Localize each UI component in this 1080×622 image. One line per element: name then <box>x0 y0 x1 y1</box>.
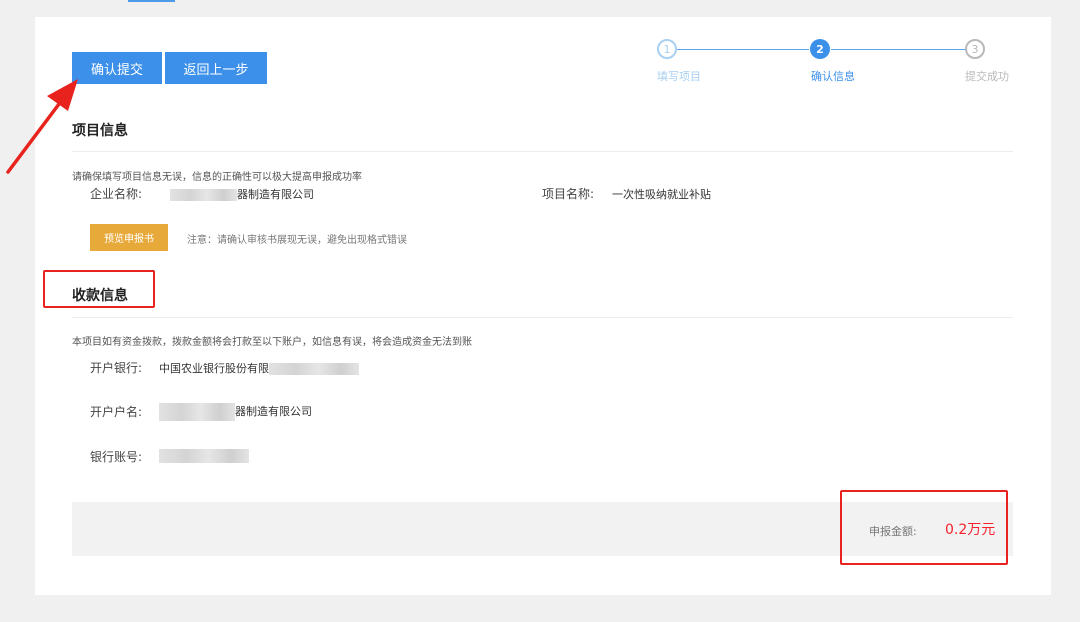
account-name-value: 器制造有限公司 <box>159 403 312 421</box>
step-2-label: 确认信息 <box>811 70 855 83</box>
annotation-box-amount <box>840 490 1008 565</box>
step-3-label: 提交成功 <box>965 70 1009 83</box>
account-number-value <box>159 449 249 463</box>
back-button[interactable]: 返回上一步 <box>165 52 267 84</box>
bank-name: 中国农业银行股份有限 <box>159 362 269 375</box>
preview-application-button[interactable]: 预览申报书 <box>90 224 168 251</box>
step-1-circle: 1 <box>657 39 677 59</box>
payment-info-hint: 本项目如有资金拨款，拨款金额将会打款至以下账户，如信息有误，将会造成资金无法到账 <box>72 337 472 348</box>
project-name-label: 项目名称: <box>542 187 595 201</box>
project-info-hint: 请确保填写项目信息无误，信息的正确性可以极大提高申报成功率 <box>72 172 362 183</box>
account-name-suffix: 器制造有限公司 <box>235 405 312 418</box>
step-2-circle: 2 <box>810 39 830 59</box>
company-name-value: 器制造有限公司 <box>170 186 314 202</box>
company-name-label: 企业名称: <box>90 187 143 201</box>
step-connector <box>831 49 965 50</box>
account-name-label: 开户户名: <box>90 405 143 419</box>
annotation-box-payment-title <box>43 270 155 308</box>
bank-label: 开户银行: <box>90 361 143 375</box>
redacted-mask <box>269 363 359 375</box>
project-name-value: 一次性吸纳就业补贴 <box>612 188 711 201</box>
step-connector <box>677 49 809 50</box>
confirm-submit-button[interactable]: 确认提交 <box>72 52 162 84</box>
redacted-mask <box>159 449 249 463</box>
step-3-circle: 3 <box>965 39 985 59</box>
active-tab-indicator <box>128 0 175 2</box>
divider <box>72 317 1013 318</box>
divider <box>72 151 1013 152</box>
project-info-title: 项目信息 <box>72 123 128 139</box>
account-number-label: 银行账号: <box>90 450 143 464</box>
progress-stepper: 1 2 3 填写项目 确认信息 提交成功 <box>655 39 1035 89</box>
redacted-mask <box>159 403 235 421</box>
redacted-mask <box>170 189 237 201</box>
top-strip <box>0 0 1080 2</box>
bank-value: 中国农业银行股份有限 <box>159 360 359 376</box>
company-name-suffix: 器制造有限公司 <box>237 188 314 201</box>
step-1-label: 填写项目 <box>657 70 701 83</box>
preview-note: 注意：请确认审核书展现无误，避免出现格式错误 <box>187 235 407 246</box>
